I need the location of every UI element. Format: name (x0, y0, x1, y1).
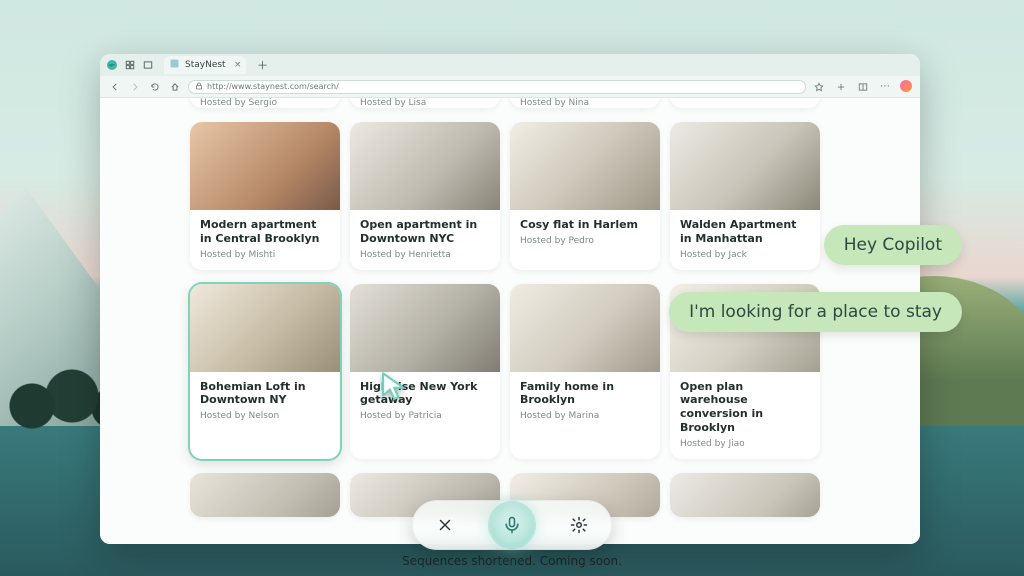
listing-host: Hosted by Sergio (200, 98, 330, 108)
listing-host: Hosted by Jiao (680, 439, 810, 449)
footer-disclaimer: Sequences shortened. Coming soon. (0, 554, 1024, 568)
tab-close-icon[interactable]: × (234, 60, 242, 70)
tab-title: StayNest (185, 60, 226, 70)
listing-card[interactable]: Lower East Side Hosted by Lisa (350, 98, 500, 108)
listing-thumbnail (350, 284, 500, 372)
listing-host: Hosted by Lisa (360, 98, 490, 108)
listing-card[interactable]: Hosted by Jack (670, 98, 820, 108)
url-text: http://www.staynest.com/search/ (207, 82, 339, 91)
browser-tab[interactable]: StayNest × (164, 56, 246, 74)
listing-card[interactable] (190, 473, 340, 517)
speech-text: I'm looking for a place to stay (689, 302, 942, 322)
listing-card[interactable]: Cosy flat in Harlem Hosted by Pedro (510, 122, 660, 270)
listing-host: Hosted by Marina (520, 411, 650, 421)
listing-thumbnail (190, 473, 340, 517)
listing-thumbnail (190, 122, 340, 210)
url-input[interactable]: http://www.staynest.com/search/ (188, 80, 806, 94)
voice-settings-button[interactable] (559, 505, 599, 545)
listing-title: Open plan warehouse conversion in Brookl… (680, 380, 810, 435)
listing-title: Open apartment in Downtown NYC (360, 218, 490, 246)
listing-host: Hosted by Jack (680, 250, 810, 260)
listing-host: Hosted by Patricia (360, 411, 490, 421)
listing-card-selected[interactable]: Bohemian Loft in Downtown NY Hosted by N… (190, 284, 340, 459)
speech-text: Hey Copilot (844, 235, 942, 255)
listing-title: Bohemian Loft in Downtown NY (200, 380, 330, 408)
listing-thumbnail (350, 122, 500, 210)
listing-host: Hosted by Nelson (200, 411, 330, 421)
listing-title: Modern apartment in Central Brooklyn (200, 218, 330, 246)
voice-mic-button[interactable] (490, 503, 534, 547)
forward-button[interactable] (128, 80, 142, 94)
tab-actions-icon[interactable] (142, 59, 154, 71)
new-tab-button[interactable]: ＋ (256, 58, 270, 72)
workspaces-icon[interactable] (124, 59, 136, 71)
cursor-pointer-icon (378, 370, 412, 404)
lock-icon (195, 82, 203, 92)
listing-thumbnail (510, 284, 660, 372)
listing-card[interactable] (670, 473, 820, 517)
favorite-icon[interactable] (812, 80, 826, 94)
back-button[interactable] (108, 80, 122, 94)
listing-host: Hosted by Henrietta (360, 250, 490, 260)
listing-thumbnail (670, 473, 820, 517)
profile-avatar[interactable] (900, 80, 912, 92)
listing-title: Cosy flat in Harlem (520, 218, 650, 232)
listing-title: Walden Apartment in Manhattan (680, 218, 810, 246)
listing-thumbnail (510, 122, 660, 210)
speech-bubble: Hey Copilot (824, 225, 962, 265)
listing-host: Hosted by Pedro (520, 236, 650, 246)
listing-host: Hosted by Mishti (200, 250, 330, 260)
listing-thumbnail (190, 284, 340, 372)
edge-logo-icon (106, 59, 118, 71)
listing-card[interactable]: Family home in Brooklyn Hosted by Marina (510, 284, 660, 459)
listing-card[interactable]: Walden Apartment in Manhattan Hosted by … (670, 122, 820, 270)
voice-close-button[interactable] (425, 505, 465, 545)
listing-card[interactable]: East Side Hosted by Sergio (190, 98, 340, 108)
listing-card[interactable]: High rise New York getaway Hosted by Pat… (350, 284, 500, 459)
listing-card[interactable]: Manhattan station Hosted by Nina (510, 98, 660, 108)
home-button[interactable] (168, 80, 182, 94)
listing-host: Hosted by Nina (520, 98, 650, 108)
listing-card[interactable]: Open apartment in Downtown NYC Hosted by… (350, 122, 500, 270)
split-screen-icon[interactable] (856, 80, 870, 94)
browser-titlebar: StayNest × ＋ (100, 54, 920, 76)
voice-control-pill (412, 500, 612, 550)
collections-icon[interactable] (834, 80, 848, 94)
tab-favicon-icon (170, 59, 179, 71)
speech-bubble: I'm looking for a place to stay (669, 292, 962, 332)
listing-card[interactable]: Modern apartment in Central Brooklyn Hos… (190, 122, 340, 270)
listing-thumbnail (670, 122, 820, 210)
more-icon[interactable]: ⋯ (878, 80, 892, 94)
refresh-button[interactable] (148, 80, 162, 94)
listing-title: Family home in Brooklyn (520, 380, 650, 408)
browser-address-bar: http://www.staynest.com/search/ ⋯ (100, 76, 920, 98)
